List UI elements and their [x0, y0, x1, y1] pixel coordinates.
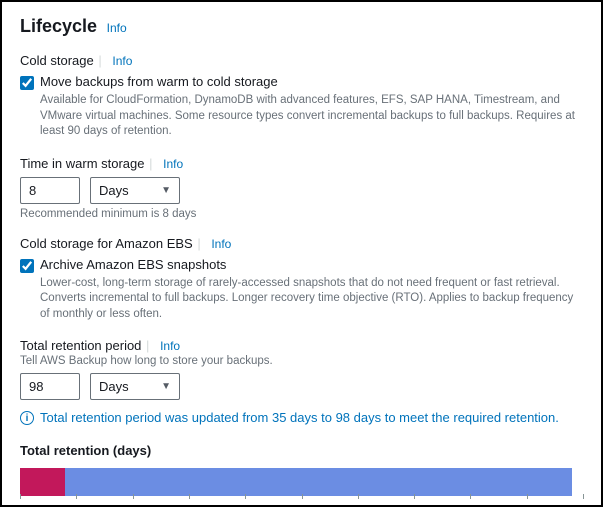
archive-ebs-checkbox[interactable] — [20, 259, 34, 273]
time-warm-label: Time in warm storage — [20, 156, 145, 171]
lifecycle-header: Lifecycle Info — [20, 16, 583, 37]
info-link-lifecycle[interactable]: Info — [107, 21, 127, 35]
retention-unit-value: Days — [99, 379, 129, 394]
info-link-time-warm[interactable]: Info — [163, 157, 183, 171]
bar-cold-storage — [65, 468, 572, 496]
retention-unit-select[interactable]: Days ▼ — [90, 373, 180, 400]
retention-input[interactable] — [20, 373, 80, 400]
retention-label: Total retention period — [20, 338, 141, 353]
divider: | — [146, 338, 149, 353]
divider: | — [98, 53, 101, 68]
time-warm-hint: Recommended minimum is 8 days — [20, 208, 583, 220]
divider: | — [197, 236, 200, 251]
info-link-retention[interactable]: Info — [160, 339, 180, 353]
info-link-ebs[interactable]: Info — [211, 237, 231, 251]
page-title: Lifecycle — [20, 16, 97, 36]
info-link-cold-storage[interactable]: Info — [112, 54, 132, 68]
archive-ebs-label: Archive Amazon EBS snapshots — [40, 257, 226, 272]
cold-storage-label: Cold storage — [20, 53, 94, 68]
ebs-desc: Lower-cost, long-term storage of rarely-… — [40, 276, 583, 323]
cold-storage-desc: Available for CloudFormation, DynamoDB w… — [40, 93, 583, 140]
divider: | — [149, 156, 152, 171]
info-icon: i — [20, 411, 34, 425]
ebs-label: Cold storage for Amazon EBS — [20, 236, 193, 251]
notice-text: Total retention period was updated from … — [40, 410, 559, 425]
move-to-cold-label: Move backups from warm to cold storage — [40, 74, 278, 89]
chart-title: Total retention (days) — [20, 443, 583, 458]
move-to-cold-checkbox[interactable] — [20, 76, 34, 90]
bar-warm-storage — [20, 468, 65, 496]
retention-notice: i Total retention period was updated fro… — [20, 410, 583, 425]
time-warm-input[interactable] — [20, 177, 80, 204]
caret-down-icon: ▼ — [161, 185, 171, 196]
time-warm-unit-select[interactable]: Days ▼ — [90, 177, 180, 204]
retention-sub: Tell AWS Backup how long to store your b… — [20, 355, 583, 367]
caret-down-icon: ▼ — [161, 381, 171, 392]
time-warm-unit-value: Days — [99, 183, 129, 198]
retention-chart: Total retention (days) 01020304050607080… — [20, 443, 583, 507]
